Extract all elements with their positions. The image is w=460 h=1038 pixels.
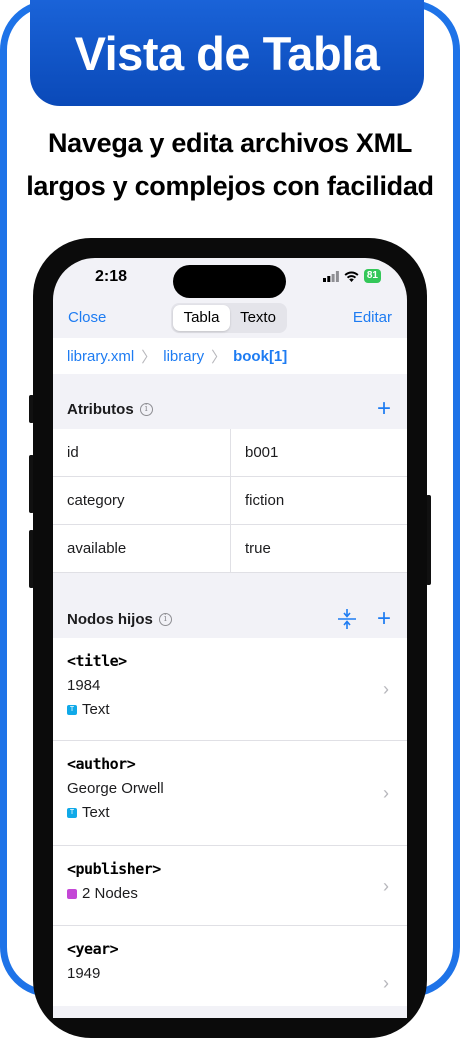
info-icon[interactable]: i — [139, 402, 153, 416]
node-type-label: Text — [82, 701, 110, 718]
table-row[interactable]: category fiction — [53, 477, 407, 525]
list-item[interactable]: <author> George Orwell T Text › — [53, 741, 407, 846]
attribute-value[interactable]: fiction — [230, 477, 407, 524]
text-type-icon: T — [67, 807, 77, 818]
attribute-value[interactable]: b001 — [230, 429, 407, 476]
attributes-table: id b001 category fiction available true — [53, 429, 407, 573]
table-row[interactable]: available true — [53, 525, 407, 573]
children-section-header: Nodos hijos i + — [53, 599, 407, 639]
subtitle-line-1: Navega y edita archivos XML — [47, 128, 413, 158]
attributes-title: Atributos — [67, 400, 134, 418]
list-item[interactable]: <publisher> 2 Nodes › — [53, 846, 407, 926]
children-title: Nodos hijos — [67, 610, 153, 628]
status-icons: 81 — [322, 269, 381, 283]
text-type-icon: T — [67, 704, 77, 715]
attribute-name[interactable]: available — [53, 525, 230, 572]
phone-screen: 2:18 81 Close Tabla Texto Editar library… — [53, 258, 407, 1018]
list-item[interactable]: <year> 1949 › — [53, 926, 407, 1006]
nodes-type-icon — [67, 888, 77, 899]
tab-texto[interactable]: Texto — [231, 305, 285, 331]
attribute-value[interactable]: true — [230, 525, 407, 572]
banner-title: Vista de Tabla — [74, 26, 380, 80]
chevron-right-icon: 〉 — [211, 348, 227, 366]
chevron-right-icon: › — [383, 783, 389, 803]
node-type-label: 2 Nodes — [82, 885, 138, 902]
signal-icon — [322, 270, 339, 282]
attribute-name[interactable]: id — [53, 429, 230, 476]
wifi-icon — [344, 271, 359, 282]
promo-subtitle: Navega y edita archivos XML largos y com… — [0, 122, 460, 208]
close-button[interactable]: Close — [68, 309, 106, 326]
chevron-right-icon: › — [383, 679, 389, 699]
node-type: T Text — [67, 701, 393, 718]
nav-bar: Close Tabla Texto Editar — [53, 302, 407, 336]
attributes-section-header: Atributos i + — [53, 389, 407, 429]
view-mode-segmented-control: Tabla Texto — [171, 303, 287, 333]
breadcrumb-item-file[interactable]: library.xml — [67, 348, 134, 365]
add-child-node-button[interactable]: + — [377, 607, 391, 631]
node-type: T Text — [67, 804, 393, 821]
node-tag: <author> — [67, 755, 136, 773]
attribute-name[interactable]: category — [53, 477, 230, 524]
node-value: 1949 — [67, 965, 101, 982]
chevron-right-icon: 〉 — [141, 348, 157, 366]
node-tag: <year> — [67, 940, 119, 958]
node-tag: <title> — [67, 652, 127, 670]
list-item[interactable]: <title> 1984 T Text › — [53, 638, 407, 741]
collapse-nodes-icon[interactable] — [337, 608, 357, 630]
add-attribute-button[interactable]: + — [377, 397, 391, 421]
node-value: George Orwell — [67, 780, 164, 797]
edit-button[interactable]: Editar — [353, 309, 392, 326]
child-nodes-list: <title> 1984 T Text › <author> George Or… — [53, 638, 407, 1006]
info-icon[interactable]: i — [158, 612, 172, 626]
status-time: 2:18 — [95, 268, 128, 285]
chevron-right-icon: › — [383, 973, 389, 993]
node-tag: <publisher> — [67, 860, 161, 878]
node-type: 2 Nodes — [67, 885, 393, 902]
node-type-label: Text — [82, 804, 110, 821]
promo-banner: Vista de Tabla — [30, 0, 424, 106]
breadcrumb-item-current: book[1] — [233, 347, 288, 365]
dynamic-island — [173, 265, 286, 298]
chevron-right-icon: › — [383, 875, 389, 896]
breadcrumb: library.xml 〉 library 〉 book[1] — [53, 338, 407, 374]
node-value: 1984 — [67, 677, 101, 694]
battery-indicator: 81 — [363, 269, 381, 283]
breadcrumb-item-library[interactable]: library — [163, 348, 204, 365]
subtitle-line-2: largos y complejos con facilidad — [26, 171, 434, 201]
tab-tabla[interactable]: Tabla — [173, 305, 230, 331]
table-row[interactable]: id b001 — [53, 429, 407, 477]
